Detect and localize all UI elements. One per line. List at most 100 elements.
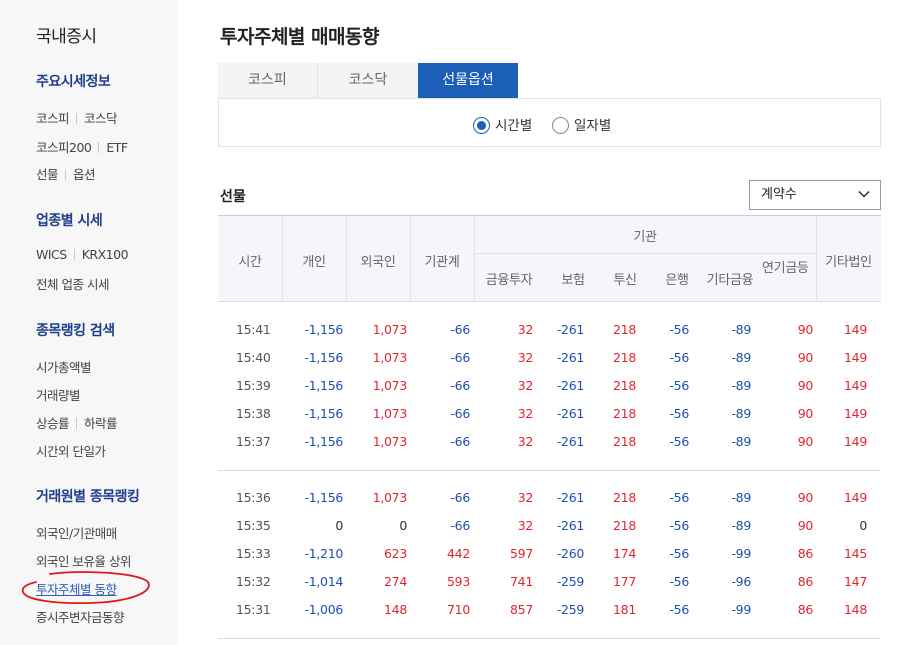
cell-value: 218 (613, 378, 636, 393)
table-row: 15:33 -1,210 623 442 597 -260 174 -56 -99 86 145 (218, 540, 881, 568)
cell-time: 15:33 (236, 546, 271, 561)
cell-value: 32 (517, 322, 534, 337)
cell-value: 218 (613, 490, 636, 505)
radio-hourly-label: 시간별 (495, 118, 533, 134)
sidebar-section-broker: 거래원별 종목랭킹 (36, 489, 140, 505)
sidebar-link-market-cap[interactable]: 시가총액별 (36, 360, 92, 375)
cell-value: 32 (517, 434, 534, 449)
table-body: 15:41 -1,156 1,073 -66 32 -261 218 -56 -89 90 149 1… (218, 302, 881, 639)
cell-value: -66 (450, 350, 470, 365)
cell-value: -89 (731, 490, 751, 505)
cell-value: -56 (669, 350, 689, 365)
cell-value: -56 (669, 546, 689, 561)
cell-value: 218 (613, 350, 636, 365)
table-row-group: 15:41 -1,156 1,073 -66 32 -261 218 -56 -89 90 149 1… (218, 302, 881, 471)
cell-value: -1,156 (304, 322, 344, 337)
cell-time: 15:38 (236, 406, 271, 421)
cell-value: 147 (844, 574, 867, 589)
sidebar-section-sector: 업종별 시세 (36, 213, 103, 229)
cell-value: -56 (669, 518, 689, 533)
sidebar-link-after-hours[interactable]: 시간외 단일가 (36, 444, 106, 459)
cell-value: -1,156 (304, 406, 344, 421)
cell-value: -261 (556, 322, 584, 337)
sidebar-link-foreign-inst[interactable]: 외국인/기관매매 (36, 526, 117, 541)
cell-value: 149 (844, 378, 867, 393)
tab-futures-options[interactable]: 선물옵션 (418, 63, 518, 98)
cell-value: -66 (450, 378, 470, 393)
separator (76, 418, 78, 429)
cell-value: 177 (613, 574, 636, 589)
cell-value: -1,014 (304, 574, 344, 589)
sidebar-link-options[interactable]: 옵션 (73, 167, 96, 182)
cell-value: -261 (556, 406, 584, 421)
cell-value: 90 (797, 490, 814, 505)
cell-value: 274 (384, 574, 407, 589)
sidebar-link-krx100[interactable]: KRX100 (82, 247, 129, 262)
cell-value: -89 (731, 350, 751, 365)
cell-value: 148 (384, 602, 407, 617)
sidebar-link-foreign-holding[interactable]: 외국인 보유율 상위 (36, 554, 131, 569)
cell-value: 1,073 (372, 406, 408, 421)
cell-time: 15:39 (236, 378, 271, 393)
cell-value: 710 (447, 602, 470, 617)
cell-value: 149 (844, 434, 867, 449)
tab-kosdaq[interactable]: 코스닥 (318, 63, 418, 98)
col-trust: 투신 (613, 273, 637, 288)
cell-value: -56 (669, 378, 689, 393)
cell-time: 15:35 (236, 518, 271, 533)
radio-hourly[interactable]: 시간별 (473, 114, 532, 134)
period-radio-group: 시간별 일자별 (218, 98, 881, 147)
tab-kospi[interactable]: 코스피 (218, 63, 318, 98)
sidebar-link-market-funds[interactable]: 증시주변자금동향 (36, 610, 125, 625)
radio-daily[interactable]: 일자별 (552, 114, 611, 134)
sidebar-link-losers[interactable]: 하락률 (84, 416, 118, 431)
sidebar-link-investor-trend[interactable]: 투자주체별 동향 (36, 582, 117, 597)
sidebar-link-kospi[interactable]: 코스피 (36, 111, 70, 126)
sidebar-link-futures[interactable]: 선물 (36, 167, 59, 182)
col-fin-invest: 금융투자 (485, 273, 533, 288)
market-tabs: 코스피 코스닥 선물옵션 (218, 63, 881, 99)
col-foreign: 외국인 (360, 255, 396, 270)
cell-value: -56 (669, 322, 689, 337)
col-inst-total: 기관계 (424, 255, 460, 270)
sidebar-link-kospi200[interactable]: 코스피200 (36, 140, 92, 155)
cell-value: 149 (844, 350, 867, 365)
sidebar-link-kosdaq[interactable]: 코스닥 (84, 111, 118, 126)
table-header: 시간 개인 외국인 기관계 기관 금융투자 보험 투신 은행 기타금융 연기금등… (218, 215, 881, 302)
cell-value: 218 (613, 434, 636, 449)
unit-select[interactable]: 계약수 (749, 180, 881, 210)
cell-value: -56 (669, 434, 689, 449)
sidebar-title: 국내증시 (36, 27, 97, 47)
cell-value: -89 (731, 406, 751, 421)
sidebar-link-gainers[interactable]: 상승률 (36, 416, 70, 431)
sidebar-link-wics[interactable]: WICS (36, 247, 67, 262)
sidebar-link-volume[interactable]: 거래량별 (36, 388, 81, 403)
cell-value: -261 (556, 490, 584, 505)
sidebar-section-main: 주요시세정보 (36, 74, 111, 90)
sidebar-link-all-sectors[interactable]: 전체 업종 시세 (36, 277, 109, 292)
cell-value: -56 (669, 490, 689, 505)
cell-value: 0 (399, 518, 407, 533)
radio-checked-icon (473, 117, 490, 134)
cell-value: -66 (450, 406, 470, 421)
cell-value: 86 (797, 602, 814, 617)
cell-value: -56 (669, 602, 689, 617)
cell-value: -1,156 (304, 378, 344, 393)
col-time: 시간 (238, 255, 262, 270)
table-row: 15:35 0 0 -66 32 -261 218 -56 -89 90 0 (218, 512, 881, 540)
col-inst-group: 기관 (633, 230, 657, 245)
cell-value: 90 (797, 322, 814, 337)
cell-value: 1,073 (372, 378, 408, 393)
cell-value: 32 (517, 350, 534, 365)
table-row: 15:41 -1,156 1,073 -66 32 -261 218 -56 -89 90 149 (218, 316, 881, 344)
sidebar-link-etf[interactable]: ETF (106, 140, 128, 155)
unit-select-value: 계약수 (761, 187, 797, 202)
table-row: 15:38 -1,156 1,073 -66 32 -261 218 -56 -89 90 149 (218, 400, 881, 428)
cell-time: 15:36 (236, 490, 271, 505)
cell-value: -66 (450, 518, 470, 533)
cell-value: 218 (613, 406, 636, 421)
cell-time: 15:40 (236, 350, 271, 365)
cell-value: 174 (613, 546, 636, 561)
cell-value: -261 (556, 350, 584, 365)
cell-value: 149 (844, 406, 867, 421)
